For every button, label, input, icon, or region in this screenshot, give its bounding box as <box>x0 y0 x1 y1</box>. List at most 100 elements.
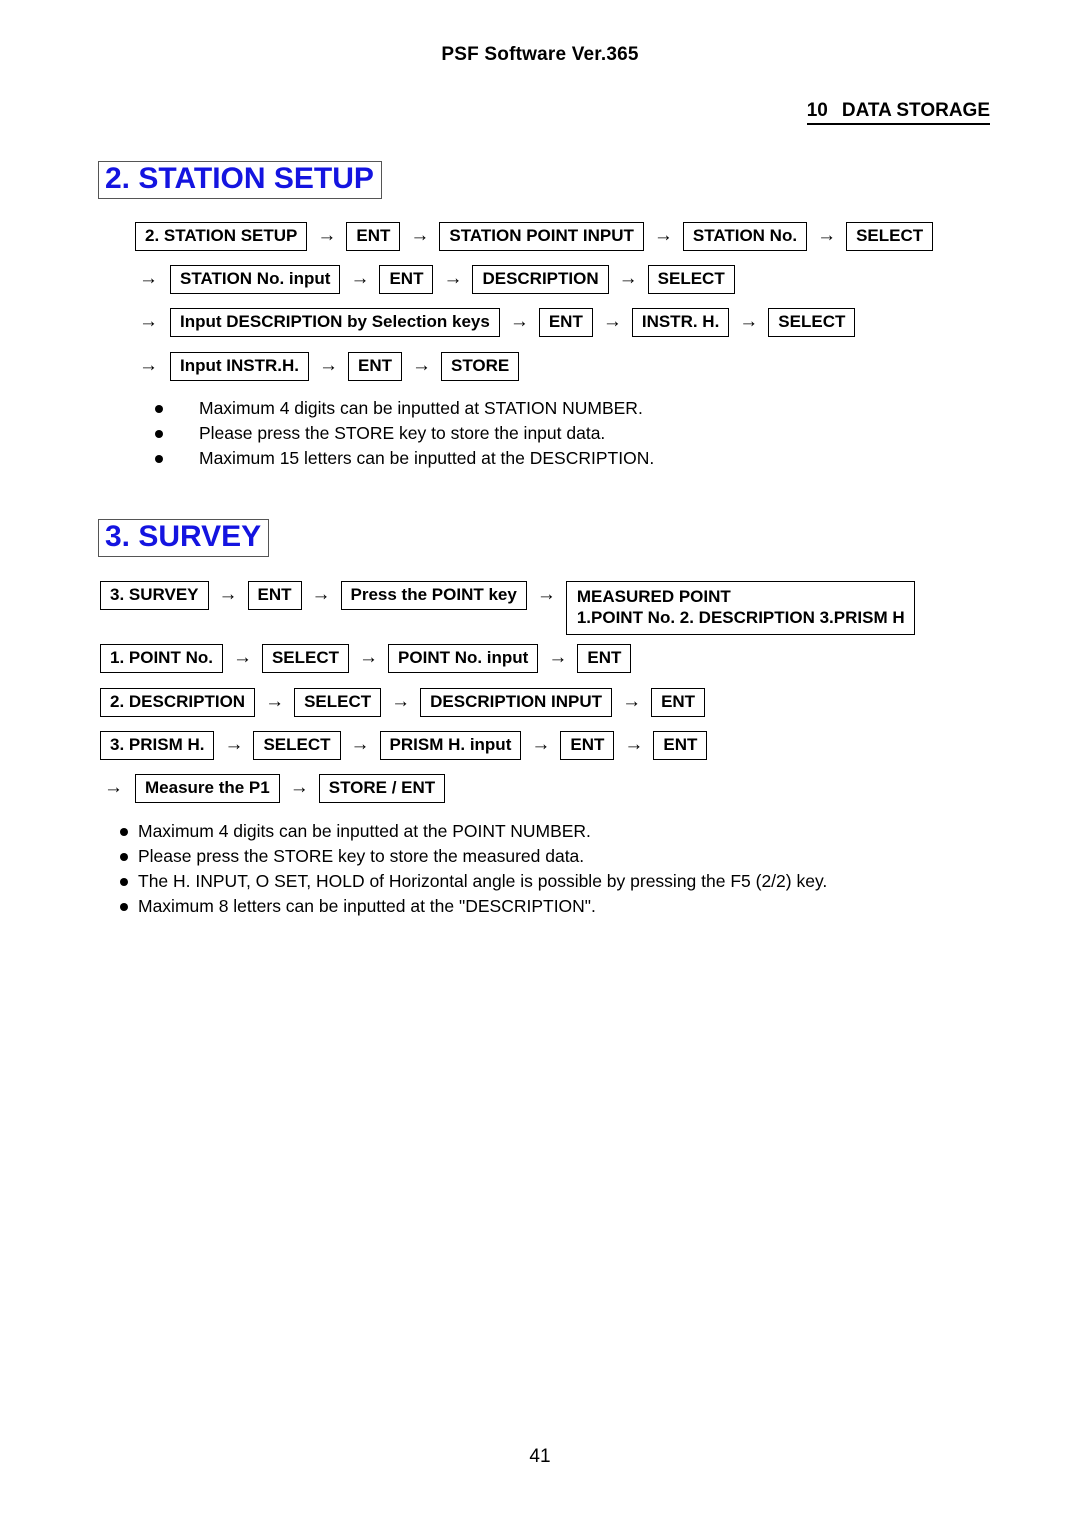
flow-box-ent[interactable]: ENT <box>560 731 615 760</box>
bullet-dot-icon <box>155 429 163 438</box>
flow-box-ent[interactable]: ENT <box>538 308 593 337</box>
flow-box-ent[interactable]: ENT <box>247 581 302 610</box>
flow-row-survey-1: 3. SURVEY → ENT → Press the POINT key → … <box>100 581 915 635</box>
flow-box-station-point-input[interactable]: STATION POINT INPUT <box>439 222 644 251</box>
list-item-label: Please press the STORE key to store the … <box>138 845 585 866</box>
flow-box-description[interactable]: DESCRIPTION <box>472 265 609 294</box>
arrow-right-icon: → <box>224 734 244 755</box>
arrow-right-icon: → <box>265 691 285 712</box>
arrow-right-icon: → <box>350 268 370 289</box>
list-item: Maximum 4 digits can be inputted at STAT… <box>155 396 654 421</box>
arrow-right-icon: → <box>622 691 642 712</box>
flow-box-select[interactable]: SELECT <box>261 644 350 673</box>
flow-box-input-instr-h[interactable]: Input INSTR.H. <box>170 352 309 381</box>
flow-box-ent[interactable]: ENT <box>577 644 632 673</box>
flow-box-measure-p1[interactable]: Measure the P1 <box>135 774 280 803</box>
flow-box-station-no[interactable]: STATION No. <box>682 222 808 251</box>
flow-box-survey[interactable]: 3. SURVEY <box>100 581 209 610</box>
list-item-label: Please press the STORE key to store the … <box>199 422 606 443</box>
flow-box-select[interactable]: SELECT <box>647 265 735 294</box>
arrow-right-icon: → <box>411 355 431 376</box>
arrow-right-icon: → <box>739 311 759 332</box>
bullet-dot-icon <box>120 877 128 886</box>
flow-row-station-3: → Input DESCRIPTION by Selection keys → … <box>139 308 856 337</box>
list-item: Maximum 8 letters can be inputted at the… <box>120 894 827 919</box>
arrow-right-icon: → <box>624 734 644 755</box>
flow-box-prism-h-input[interactable]: PRISM H. input <box>379 731 522 760</box>
list-item-label: Maximum 4 digits can be inputted at STAT… <box>199 398 643 418</box>
arrow-right-icon: → <box>509 311 529 332</box>
flow-box-station-setup[interactable]: 2. STATION SETUP <box>135 222 308 251</box>
arrow-right-icon: → <box>317 225 337 246</box>
arrow-right-icon: → <box>350 734 370 755</box>
chapter-reference-inner: 10 DATA STORAGE <box>806 100 990 125</box>
bullet-dot-icon <box>120 828 128 836</box>
flow-box-ent[interactable]: ENT <box>653 731 708 760</box>
flow-box-ent[interactable]: ENT <box>379 265 434 294</box>
list-item-label: Maximum 15 letters can be inputted at th… <box>199 447 655 468</box>
flow-box-select[interactable]: SELECT <box>253 731 341 760</box>
flow-row-station-2: → STATION No. input → ENT → DESCRIPTION … <box>139 265 735 294</box>
flow-box-select[interactable]: SELECT <box>294 688 382 717</box>
flow-box-point-no[interactable]: 1. POINT No. <box>100 644 223 673</box>
bullet-dot-icon <box>155 405 163 413</box>
arrow-right-icon: → <box>359 647 379 668</box>
measured-point-options: 1.POINT No. 2. DESCRIPTION 3.PRISM H <box>576 608 905 628</box>
flow-box-input-description[interactable]: Input DESCRIPTION by Selection keys <box>170 308 500 337</box>
document-page: PSF Software Ver.365 10 DATA STORAGE 2. S… <box>0 0 1080 1528</box>
list-item-label: Maximum 8 letters can be inputted at the… <box>138 895 596 916</box>
page-number: 41 <box>529 1446 551 1467</box>
flow-box-measured-point[interactable]: MEASURED POINT 1.POINT No. 2. DESCRIPTIO… <box>565 581 915 635</box>
chapter-number: 10 <box>806 100 828 121</box>
chapter-title: DATA STORAGE <box>841 100 990 121</box>
flow-box-ent[interactable]: ENT <box>346 222 401 251</box>
arrow-right-icon: → <box>232 647 252 668</box>
flow-box-store-ent[interactable]: STORE / ENT <box>318 774 446 803</box>
arrow-right-icon: → <box>139 311 158 332</box>
arrow-right-icon: → <box>653 225 673 246</box>
flow-box-ent[interactable]: ENT <box>347 352 402 381</box>
document-header-software: PSF Software Ver.365 <box>441 44 639 65</box>
arrow-right-icon: → <box>311 584 331 605</box>
list-item: Please press the STORE key to store the … <box>155 421 654 446</box>
arrow-right-icon: → <box>410 225 430 246</box>
flow-row-survey-4: 3. PRISM H. → SELECT → PRISM H. input → … <box>100 731 708 760</box>
section-title-survey: 3. SURVEY <box>98 519 270 557</box>
flow-row-survey-3: 2. DESCRIPTION → SELECT → DESCRIPTION IN… <box>100 688 706 717</box>
list-item-label: The H. INPUT, O SET, HOLD of Horizontal … <box>138 870 828 891</box>
arrow-right-icon: → <box>531 734 551 755</box>
arrow-right-icon: → <box>548 647 568 668</box>
flow-box-instr-h[interactable]: INSTR. H. <box>631 308 730 337</box>
list-item: Maximum 15 letters can be inputted at th… <box>155 446 654 471</box>
flow-row-survey-2: 1. POINT No. → SELECT → POINT No. input … <box>100 644 632 673</box>
arrow-right-icon: → <box>443 268 463 289</box>
chapter-reference: 10 DATA STORAGE <box>0 100 990 125</box>
arrow-right-icon: → <box>289 777 309 798</box>
flow-box-description-input[interactable]: DESCRIPTION INPUT <box>420 688 613 717</box>
list-item: Maximum 4 digits can be inputted at the … <box>120 819 827 844</box>
notes-list-station: Maximum 4 digits can be inputted at STAT… <box>155 396 654 471</box>
arrow-right-icon: → <box>104 777 123 798</box>
notes-list-survey: Maximum 4 digits can be inputted at the … <box>120 819 827 918</box>
arrow-right-icon: → <box>139 355 158 376</box>
bullet-dot-icon <box>120 902 128 911</box>
section-title-station-setup: 2. STATION SETUP <box>98 161 382 199</box>
flow-box-press-point-key[interactable]: Press the POINT key <box>340 581 527 610</box>
flow-box-point-no-input[interactable]: POINT No. input <box>388 644 539 673</box>
flow-box-ent[interactable]: ENT <box>651 688 706 717</box>
flow-box-select[interactable]: SELECT <box>846 222 934 251</box>
arrow-right-icon: → <box>391 691 411 712</box>
flow-row-station-1: 2. STATION SETUP → ENT → STATION POINT I… <box>135 222 934 251</box>
flow-box-description[interactable]: 2. DESCRIPTION <box>100 688 256 717</box>
flow-box-prism-h[interactable]: 3. PRISM H. <box>100 731 215 760</box>
list-item-label: Maximum 4 digits can be inputted at the … <box>138 821 591 841</box>
arrow-right-icon: → <box>817 225 837 246</box>
arrow-right-icon: → <box>139 268 158 289</box>
flow-box-select[interactable]: SELECT <box>768 308 856 337</box>
bullet-dot-icon <box>120 852 128 861</box>
flow-box-store[interactable]: STORE <box>440 352 520 381</box>
bullet-dot-icon <box>155 454 163 463</box>
flow-box-station-no-input[interactable]: STATION No. input <box>170 265 341 294</box>
list-item: The H. INPUT, O SET, HOLD of Horizontal … <box>120 869 827 894</box>
flow-row-station-4: → Input INSTR.H. → ENT → STORE <box>139 352 520 381</box>
